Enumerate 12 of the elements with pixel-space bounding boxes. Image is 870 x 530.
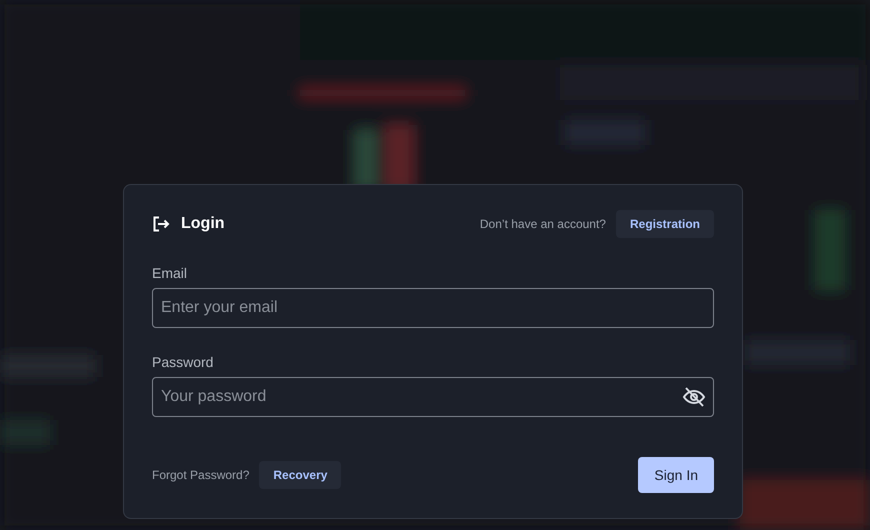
sign-in-button[interactable]: Sign In xyxy=(638,457,714,493)
field-label: Email xyxy=(152,265,188,281)
forgot-password-text: Forgot Password? xyxy=(152,468,250,482)
recovery-button[interactable]: Recovery xyxy=(259,461,342,489)
logout-arrow-icon xyxy=(152,216,170,232)
account-prompt: Don’t have an account? xyxy=(480,217,606,231)
registration-button[interactable]: Registration xyxy=(616,210,714,238)
password-field[interactable]: Your password xyxy=(152,377,714,417)
email-field[interactable]: Enter your email xyxy=(152,288,714,328)
hide-password-icon[interactable] xyxy=(682,385,706,409)
field-label: Password xyxy=(152,354,214,370)
dialog-title: Login xyxy=(181,215,225,233)
